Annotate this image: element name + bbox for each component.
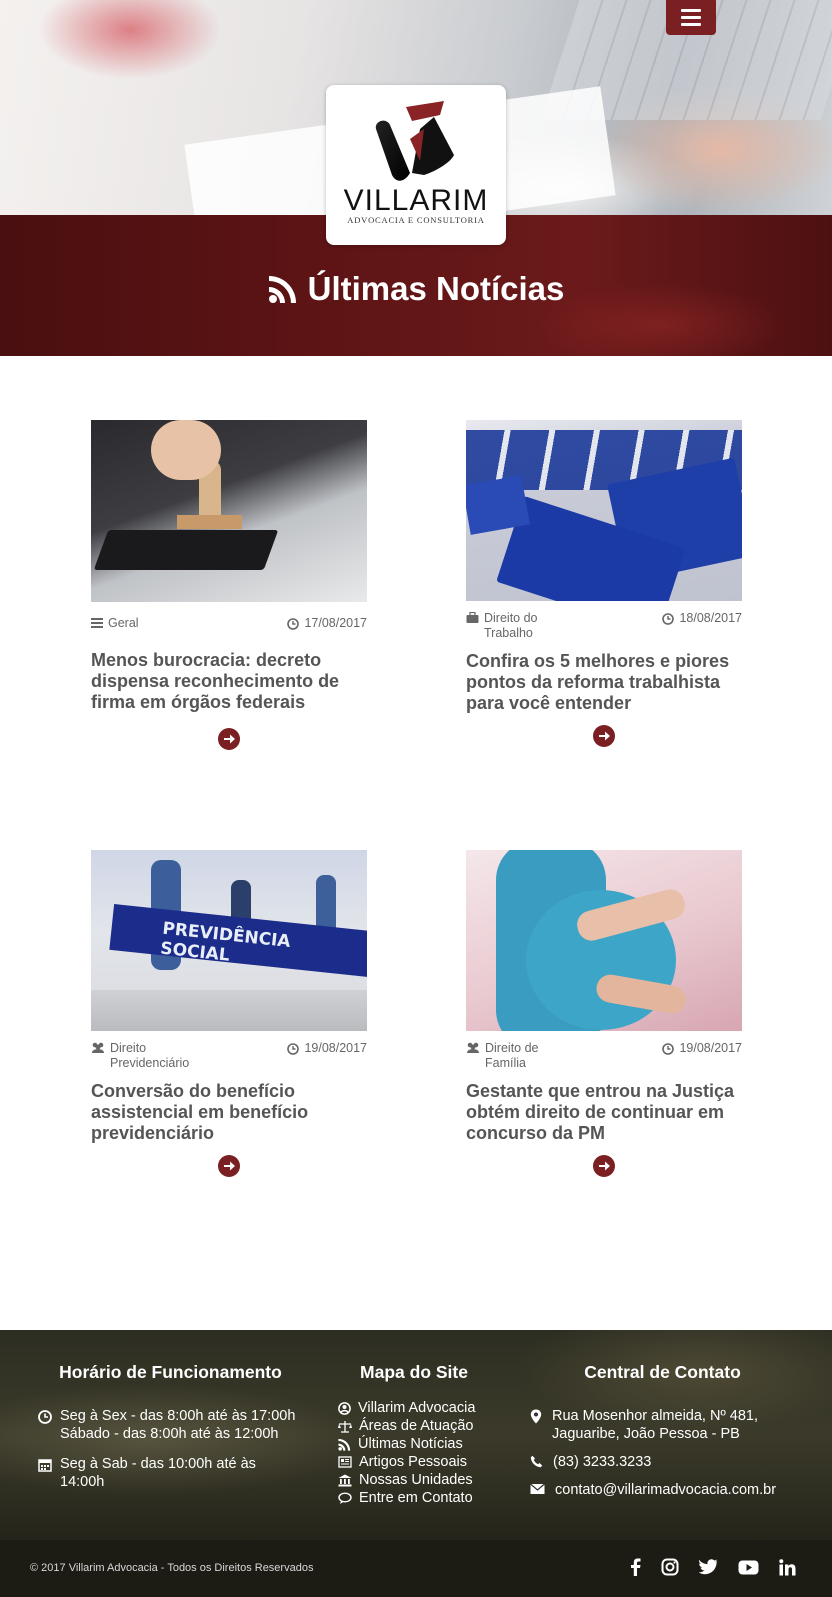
footer-hours-heading: Horário de Funcionamento	[59, 1362, 282, 1382]
news-date: 17/08/2017	[304, 616, 367, 630]
footer-sitemap: Mapa do Site Villarim Advocacia Áreas de…	[338, 1362, 498, 1507]
news-title[interactable]: Menos burocracia: decreto dispensa recon…	[91, 650, 367, 722]
page-title-text: Últimas Notícias	[307, 270, 565, 307]
hero-banner: VILLARIM ADVOCACIA E CONSULTORIA Últimas…	[0, 0, 832, 356]
logo-subtitle: ADVOCACIA E CONSULTORIA	[347, 215, 485, 225]
news-card: PREVIDÊNCIA SOCIAL Direito Previdenciári…	[91, 850, 367, 1177]
news-image-pregnant[interactable]	[466, 850, 742, 1031]
envelope-icon	[530, 1483, 545, 1494]
social-links	[629, 1558, 796, 1581]
news-date: 19/08/2017	[304, 1041, 367, 1055]
user-circle-icon	[338, 1401, 351, 1415]
read-more-button[interactable]	[218, 1155, 240, 1177]
clock-icon	[287, 618, 300, 630]
news-image-previdencia[interactable]: PREVIDÊNCIA SOCIAL	[91, 850, 367, 1031]
sitemap-item[interactable]: Entre em Contato	[338, 1489, 498, 1507]
arrow-right-icon	[599, 731, 610, 741]
news-date: 18/08/2017	[679, 611, 742, 625]
menu-button[interactable]	[666, 0, 716, 35]
newspaper-icon	[338, 1456, 352, 1468]
footer: Horário de Funcionamento Seg à Sex - das…	[0, 1330, 832, 1540]
logo-name: VILLARIM	[343, 184, 489, 217]
sitemap-list: Villarim Advocacia Áreas de Atuação Últi…	[338, 1399, 498, 1507]
clock-icon	[662, 1043, 675, 1055]
twitter-icon[interactable]	[698, 1559, 718, 1580]
contact-email[interactable]: contato@villarimadvocacia.com.br	[555, 1481, 776, 1499]
rss-icon	[338, 1438, 351, 1451]
news-image-stamp[interactable]	[91, 420, 367, 602]
bank-icon	[338, 1474, 352, 1486]
clock-icon	[38, 1410, 52, 1424]
contact-address: Rua Mosenhor almeida, Nº 481, Jaguaribe,…	[552, 1408, 758, 1442]
clock-icon	[662, 613, 675, 625]
rss-icon	[268, 276, 296, 303]
bottom-bar: © 2017 Villarim Advocacia - Todos os Dir…	[0, 1540, 832, 1597]
chat-icon	[338, 1491, 352, 1504]
news-date: 19/08/2017	[679, 1041, 742, 1055]
logo-v-mark-icon	[375, 101, 454, 181]
news-card: Direito de Família 19/08/2017 Gestante q…	[466, 850, 742, 1177]
arrow-right-icon	[599, 1161, 610, 1171]
map-marker-icon	[530, 1409, 542, 1424]
users-icon	[467, 1042, 479, 1053]
footer-hours: Horário de Funcionamento Seg à Sex - das…	[38, 1362, 303, 1491]
copyright: © 2017 Villarim Advocacia - Todos os Dir…	[30, 1562, 314, 1574]
news-card: Direito do Trabalho 18/08/2017 Confira o…	[466, 420, 742, 747]
read-more-button[interactable]	[218, 728, 240, 750]
briefcase-icon	[466, 612, 479, 623]
scales-icon	[338, 1420, 352, 1433]
sitemap-item[interactable]: Últimas Notícias	[338, 1435, 498, 1453]
contact-phone[interactable]: (83) 3233.3233	[553, 1453, 651, 1471]
instagram-icon[interactable]	[661, 1558, 679, 1581]
news-title[interactable]: Confira os 5 melhores e piores pontos da…	[466, 651, 742, 723]
arrow-right-icon	[224, 734, 235, 744]
hours-weekday: Seg à Sex - das 8:00h até às 17:00h	[60, 1408, 296, 1424]
linkedin-icon[interactable]	[779, 1558, 796, 1581]
hours-saturday: Sábado - das 8:00h até às 12:00h	[60, 1426, 279, 1442]
arrow-right-icon	[224, 1161, 235, 1171]
footer-sitemap-heading: Mapa do Site	[360, 1362, 468, 1382]
sitemap-item[interactable]: Artigos Pessoais	[338, 1453, 498, 1471]
read-more-button[interactable]	[593, 1155, 615, 1177]
logo[interactable]: VILLARIM ADVOCACIA E CONSULTORIA	[326, 85, 506, 245]
sitemap-item[interactable]: Nossas Unidades	[338, 1471, 498, 1489]
read-more-button[interactable]	[593, 725, 615, 747]
news-category[interactable]: Direito do Trabalho	[484, 611, 576, 641]
news-category[interactable]: Direito Previdenciário	[110, 1041, 191, 1071]
news-title[interactable]: Conversão do benefício assistencial em b…	[91, 1081, 367, 1153]
calendar-icon	[38, 1459, 52, 1472]
page-title: Últimas Notícias	[0, 270, 832, 308]
facebook-icon[interactable]	[629, 1558, 641, 1581]
hours-alt: Seg à Sab - das 10:00h até às 14:00h	[60, 1456, 256, 1490]
sitemap-item[interactable]: Villarim Advocacia	[338, 1399, 498, 1417]
list-icon	[91, 618, 103, 628]
news-category[interactable]: Direito de Família	[485, 1041, 566, 1071]
news-card: Geral 17/08/2017 Menos burocracia: decre…	[91, 420, 367, 750]
hamburger-menu-icon	[681, 9, 701, 12]
news-image-work-cards[interactable]	[466, 420, 742, 601]
footer-contact: Central de Contato Rua Mosenhor almeida,…	[530, 1362, 800, 1499]
sitemap-item[interactable]: Áreas de Atuação	[338, 1417, 498, 1435]
users-icon	[92, 1042, 104, 1053]
news-title[interactable]: Gestante que entrou na Justiça obtém dir…	[466, 1081, 742, 1153]
youtube-icon[interactable]	[738, 1560, 759, 1580]
clock-icon	[287, 1043, 300, 1055]
footer-contact-heading: Central de Contato	[584, 1362, 741, 1382]
phone-icon	[530, 1455, 543, 1468]
news-category[interactable]: Geral	[108, 616, 139, 631]
